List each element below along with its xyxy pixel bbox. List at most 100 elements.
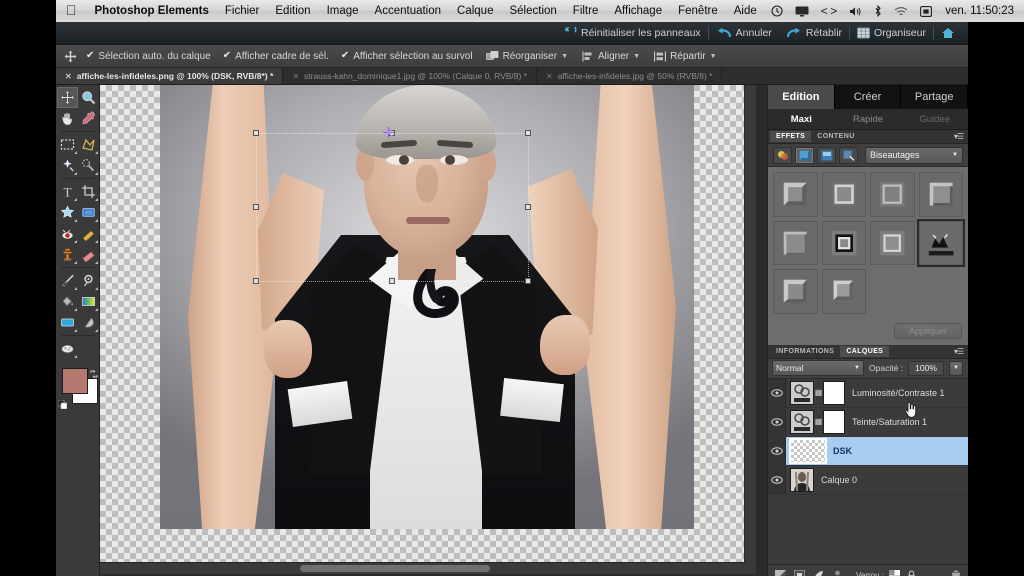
menu-app-name[interactable]: Photoshop Elements [87,5,217,17]
handle-middle-right[interactable] [525,204,531,210]
panel-menu-icon[interactable]: ▾☰ [954,132,968,141]
sponge-tool[interactable] [57,338,78,359]
effect-thumbnail-1[interactable] [773,172,818,217]
canvas-area[interactable] [100,85,767,576]
arrows-icon[interactable]: < > [815,4,843,18]
menu-image[interactable]: Image [319,5,367,17]
effect-thumbnail-2[interactable] [821,172,866,217]
screen-share-icon[interactable] [914,5,938,17]
close-icon[interactable]: ✕ [546,72,553,81]
quick-selection-tool[interactable] [78,155,99,176]
show-highlight-on-rollover-checkbox[interactable]: ✔ Afficher sélection au survol [335,51,479,62]
lock-transparency-icon[interactable] [888,569,901,576]
table-row[interactable]: ▦ Luminosité/Contraste 1 [768,378,968,408]
align-menu[interactable]: Aligner ▼ [575,51,647,62]
brush-tool[interactable] [57,270,78,291]
bevels-icon[interactable] [795,146,814,164]
mode-rapide[interactable]: Rapide [835,109,902,129]
blend-mode-select[interactable]: Normal ▼ [772,360,864,376]
subtab-calques[interactable]: CALQUES [840,345,890,357]
trash-icon[interactable] [949,569,962,576]
layer-visibility-toggle[interactable] [768,407,786,436]
smart-brush-tool[interactable] [78,270,99,291]
document-tab-2[interactable]: ✕ strauss-kahn_dominique1.jpg @ 100% (Ca… [283,68,537,84]
healing-brush-tool[interactable] [78,223,99,244]
bluetooth-icon[interactable] [868,5,888,17]
volume-icon[interactable] [843,6,868,17]
hand-tool[interactable] [57,108,78,129]
subtab-informations[interactable]: INFORMATIONS [770,346,840,357]
menu-fichier[interactable]: Fichier [217,5,268,17]
red-eye-tool[interactable] [57,223,78,244]
tab-partage[interactable]: Partage [901,85,968,109]
paint-bucket-tool[interactable] [57,291,78,312]
effect-thumbnail-10[interactable] [821,269,866,314]
document-tab-3[interactable]: ✕ affiche-les-infideles.jpg @ 50% (RVB/8… [537,68,723,84]
layer-mask-thumbnail[interactable] [823,409,845,434]
auto-select-layer-checkbox[interactable]: ✔ Sélection auto. du calque [80,51,217,62]
subtab-contenu[interactable]: CONTENU [811,131,860,142]
display-icon[interactable] [789,6,815,17]
layer-styles-icon[interactable] [773,146,792,164]
mode-guidee[interactable]: Guidee [901,109,968,129]
lasso-tool[interactable] [78,134,99,155]
cookie-cutter-tool[interactable] [57,202,78,223]
effect-thumbnail-6[interactable] [821,220,866,265]
foreground-color-swatch[interactable] [61,368,88,394]
table-row[interactable]: DSK [768,436,968,466]
document-tab-1[interactable]: ✕ affiche-les-infideles.png @ 100% (DSK,… [56,68,284,84]
layer-visibility-toggle[interactable] [768,436,786,465]
layer-group-icon[interactable] [831,569,844,576]
clone-stamp-tool[interactable] [57,244,78,265]
photo-effects-icon[interactable] [817,146,836,164]
shape-tool[interactable] [57,312,78,333]
layer-visibility-toggle[interactable] [768,378,786,407]
effect-thumbnail-3[interactable] [870,172,915,217]
canvas-horizontal-scrollbar[interactable] [100,562,745,574]
effect-thumbnail-8[interactable] [918,220,963,265]
reset-panels-button[interactable]: Réinitialiser les panneaux [558,22,708,44]
layer-mask-thumbnail[interactable] [823,380,845,405]
marquee-tool[interactable] [57,134,78,155]
handle-bottom-center[interactable] [389,278,395,284]
new-layer-icon[interactable] [812,569,825,576]
close-icon[interactable]: ✕ [65,72,72,81]
swap-colors-icon[interactable] [90,365,98,378]
close-icon[interactable]: ✕ [292,72,299,81]
menu-calque[interactable]: Calque [449,5,501,17]
magic-wand-tool[interactable] [57,155,78,176]
new-layer-mask-icon[interactable] [793,569,806,576]
recompose-tool[interactable] [78,202,99,223]
layer-thumbnail[interactable] [790,467,814,492]
effects-category-select[interactable]: Biseautages ▼ [865,146,963,164]
effect-thumbnail-4[interactable] [918,172,963,217]
new-adjustment-layer-icon[interactable] [774,569,787,576]
apply-button[interactable]: Appliquer [893,322,962,339]
apple-logo-icon[interactable]:  [66,3,77,17]
subtab-effets[interactable]: EFFETS [770,131,812,142]
table-row[interactable]: ▦ Teinte/Saturation 1 [768,401,968,437]
handle-middle-left[interactable] [253,204,259,210]
organizer-button[interactable]: Organiseur [850,22,933,44]
zoom-tool[interactable] [78,87,99,108]
layer-link-icon[interactable]: ▦ [814,417,823,426]
menu-accentuation[interactable]: Accentuation [367,5,450,17]
distribute-menu[interactable]: Répartir ▼ [647,51,724,62]
tab-edition[interactable]: Edition [768,85,835,109]
redo-button[interactable]: Rétablir [779,22,849,44]
transform-pivot-icon[interactable] [383,125,394,138]
mode-maxi[interactable]: Maxi [768,109,835,129]
menubar-clock[interactable]: ven. 11:50:23 [938,5,1021,17]
handle-top-left[interactable] [253,130,259,136]
opacity-value[interactable]: 100% [908,360,945,376]
menu-aide[interactable]: Aide [726,5,765,17]
layer-thumbnail[interactable] [789,437,827,464]
wifi-icon[interactable] [888,6,914,17]
effect-thumbnail-7[interactable] [870,220,915,265]
panel-menu-icon[interactable]: ▾☰ [954,347,968,356]
show-bounding-box-checkbox[interactable]: ✔ Afficher cadre de sél. [217,51,335,62]
lock-all-icon[interactable] [905,569,918,576]
time-machine-icon[interactable] [765,5,789,17]
menu-fenetre[interactable]: Fenêtre [670,5,726,17]
move-tool[interactable] [56,87,78,108]
